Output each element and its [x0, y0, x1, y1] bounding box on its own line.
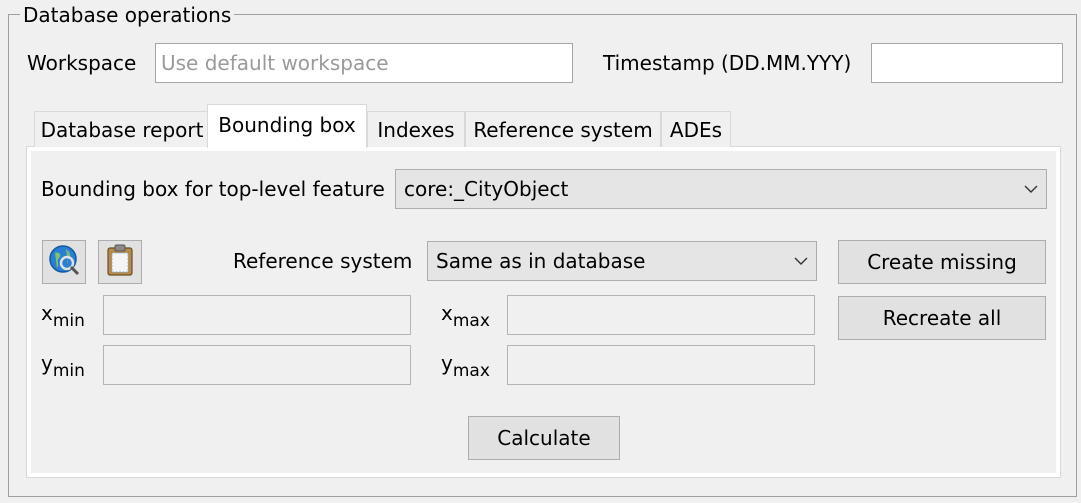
chevron-down-icon — [786, 257, 816, 265]
timestamp-input[interactable] — [871, 43, 1063, 83]
refsys-label: Reference system — [233, 249, 413, 273]
ymin-label: ymin — [41, 351, 85, 381]
xmin-field[interactable] — [103, 295, 411, 335]
tab-database-report[interactable]: Database report — [34, 111, 210, 147]
ymin-field[interactable] — [103, 345, 411, 385]
workspace-placeholder: Use default workspace — [161, 51, 389, 75]
xmax-field[interactable] — [507, 295, 815, 335]
map-globe-icon — [47, 243, 81, 282]
xmin-label: xmin — [41, 301, 85, 331]
refsys-select-value: Same as in database — [436, 249, 646, 273]
feature-label: Bounding box for top-level feature — [41, 177, 385, 201]
tab-indexes[interactable]: Indexes — [367, 111, 465, 147]
group-title: Database operations — [20, 2, 235, 28]
tab-bounding-box[interactable]: Bounding box — [207, 104, 367, 148]
tab-label: Bounding box — [218, 112, 356, 137]
timestamp-label: Timestamp (DD.MM.YYY) — [603, 51, 852, 75]
chevron-down-icon — [1016, 185, 1046, 193]
tab-label: Reference system — [473, 117, 653, 142]
tab-reference-system[interactable]: Reference system — [465, 111, 661, 147]
feature-select[interactable]: core:_CityObject — [395, 169, 1047, 209]
map-globe-button[interactable] — [42, 240, 86, 284]
clipboard-button[interactable] — [98, 240, 142, 284]
tab-label: Database report — [40, 117, 204, 142]
clipboard-icon — [105, 243, 135, 282]
refsys-select[interactable]: Same as in database — [427, 241, 817, 281]
feature-select-value: core:_CityObject — [404, 177, 569, 201]
calculate-button[interactable]: Calculate — [468, 416, 620, 460]
ymax-label: ymax — [441, 351, 490, 381]
workspace-input[interactable]: Use default workspace — [155, 43, 573, 83]
xmax-label: xmax — [441, 301, 490, 331]
tab-ades[interactable]: ADEs — [661, 111, 731, 147]
tab-label: Indexes — [377, 117, 455, 142]
recreate-all-button[interactable]: Recreate all — [838, 296, 1046, 340]
workspace-label: Workspace — [27, 51, 137, 75]
tab-label: ADEs — [669, 117, 723, 142]
ymax-field[interactable] — [507, 345, 815, 385]
create-missing-button[interactable]: Create missing — [838, 240, 1046, 284]
